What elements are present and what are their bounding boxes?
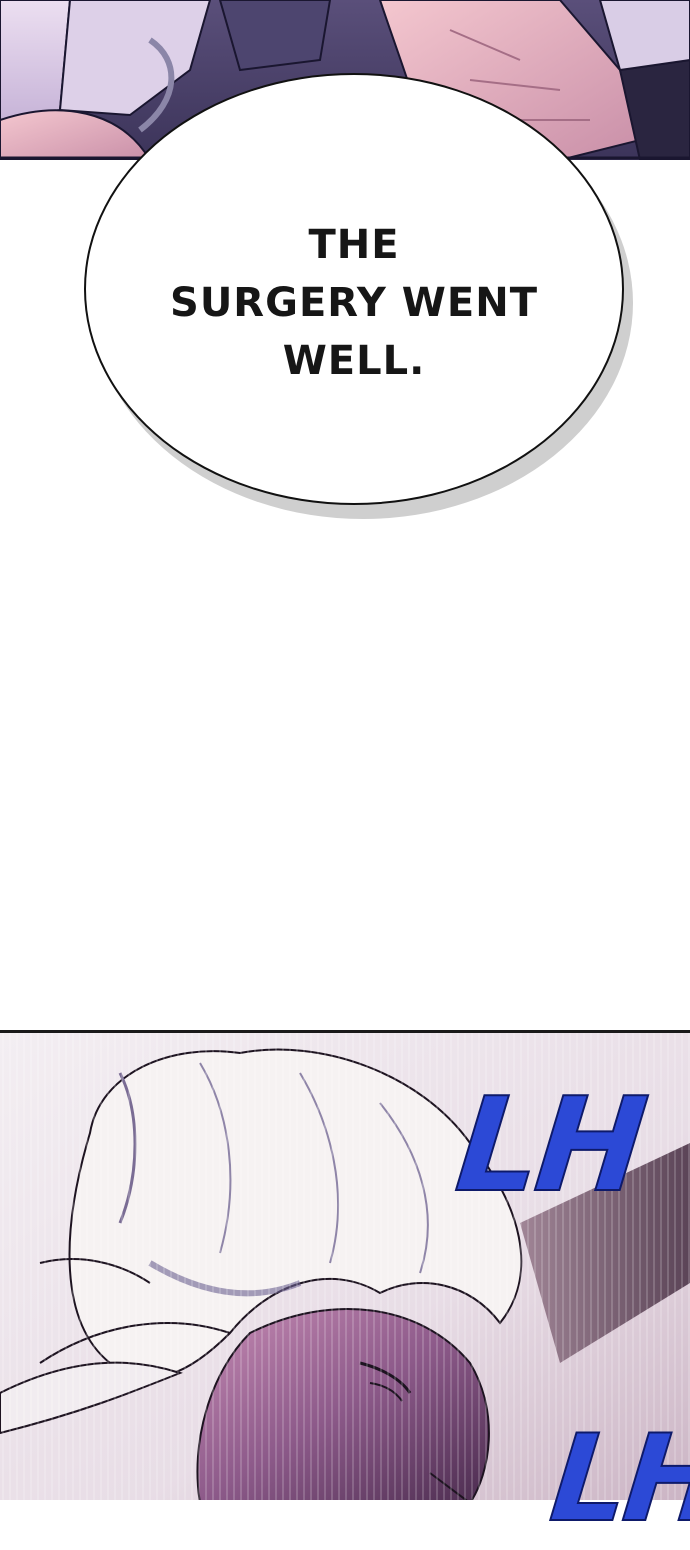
sound-effect-lh-1: LH: [449, 1068, 651, 1222]
speech-line-2: SURGERY WENT: [170, 280, 538, 326]
speech-line-3: WELL.: [282, 338, 426, 384]
speech-bubble-text: THE SURGERY WENT WELL.: [84, 216, 624, 390]
speech-line-1: THE: [308, 222, 400, 268]
sound-effect-lh-2: LH: [544, 1409, 690, 1550]
